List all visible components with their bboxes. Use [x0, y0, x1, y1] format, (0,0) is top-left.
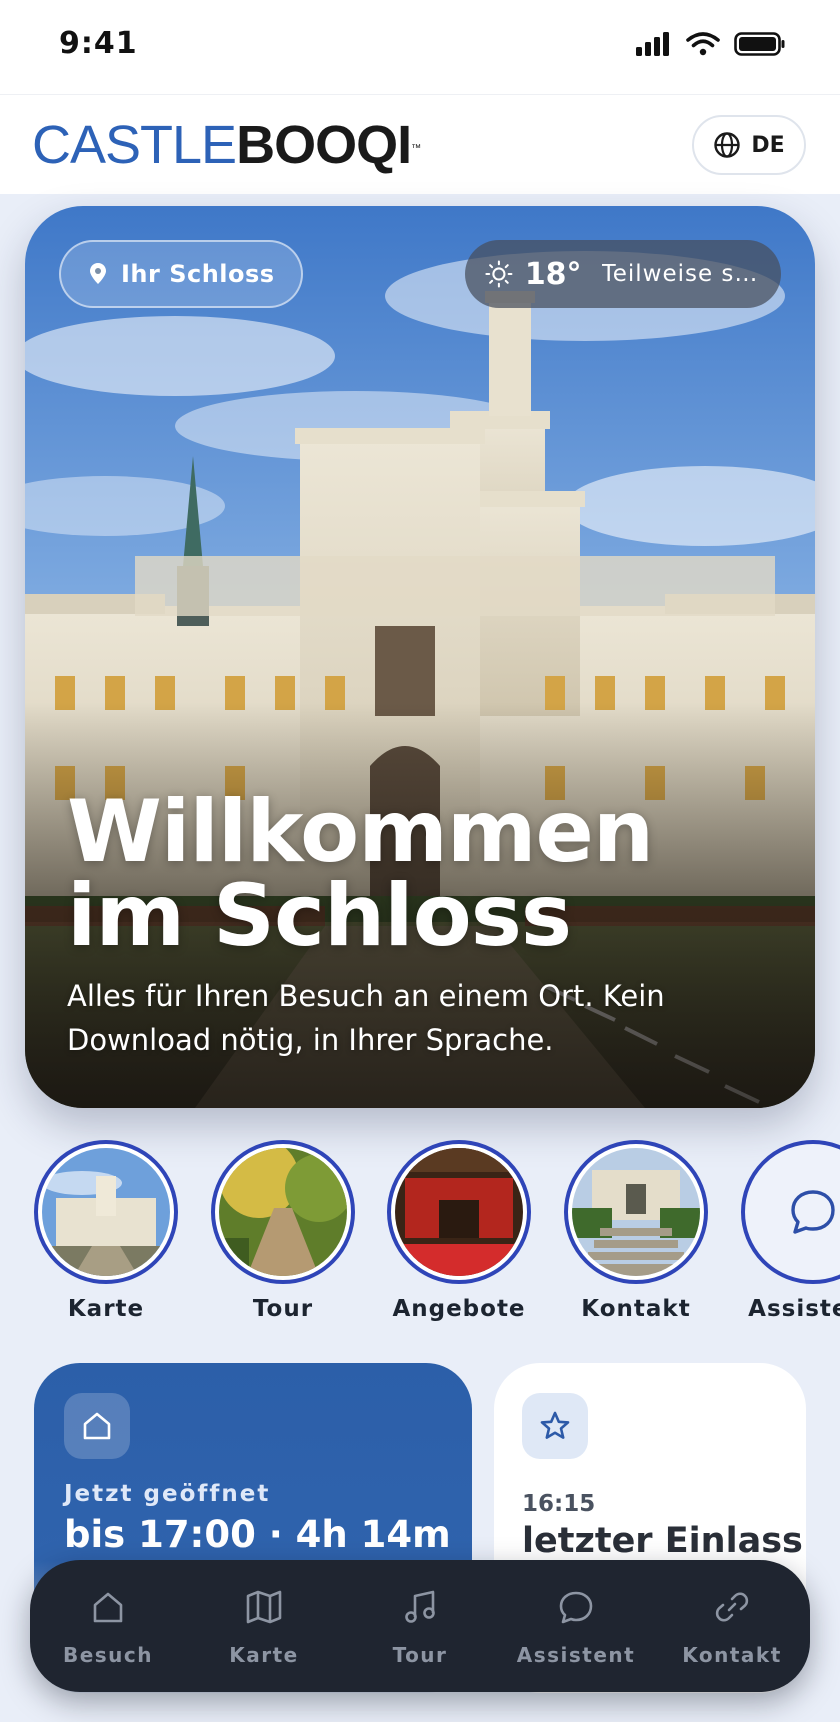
- status-time: 9:41: [59, 26, 138, 61]
- opening-status-label: Jetzt geöffnet: [64, 1481, 271, 1507]
- home-icon: [83, 1412, 111, 1440]
- tab-kontakt[interactable]: Kontakt: [657, 1585, 807, 1667]
- tab-label: Kontakt: [682, 1643, 782, 1667]
- logo-trademark: ™: [411, 143, 421, 154]
- hero-title: Willkommen im Schloss: [67, 782, 767, 966]
- story-ring: [211, 1140, 355, 1284]
- map-pin-icon: [90, 263, 106, 284]
- last-entry-time: 16:15: [522, 1491, 596, 1517]
- tab-label: Assistent: [516, 1643, 636, 1667]
- weather-pill[interactable]: 18° Teilweise so…: [465, 240, 781, 308]
- story-label: Karte: [67, 1296, 145, 1322]
- battery-icon: [734, 32, 785, 56]
- location-label: Ihr Schloss: [121, 260, 275, 288]
- tab-besuch[interactable]: Besuch: [33, 1585, 183, 1667]
- tab-tour[interactable]: Tour: [345, 1585, 495, 1667]
- story-label: Assistent: [748, 1296, 840, 1322]
- language-label: DE: [751, 132, 785, 158]
- weather-condition: Teilweise so…: [601, 261, 761, 287]
- quick-links-row: Karte Tour Angebote Kontakt Assist: [0, 1140, 840, 1330]
- tab-karte[interactable]: Karte: [189, 1585, 339, 1667]
- chat-icon: [559, 1591, 593, 1624]
- star-icon: [540, 1411, 570, 1439]
- link-icon: [715, 1592, 749, 1622]
- hero-subtitle: Alles für Ihren Besuch an einem Ort. Kei…: [67, 979, 665, 1057]
- story-ring: [34, 1140, 178, 1284]
- tab-assistent[interactable]: Assistent: [501, 1585, 651, 1667]
- card-icon-box: [64, 1393, 130, 1459]
- story-angebote[interactable]: Angebote: [384, 1140, 534, 1322]
- hall-interior-thumbnail: [395, 1148, 523, 1276]
- language-button[interactable]: DE: [692, 115, 806, 175]
- hero-card: Ihr Schloss 18° Teilweise so… Willkommen…: [25, 206, 815, 1108]
- story-label: Tour: [252, 1296, 314, 1322]
- castlebooqi-logo[interactable]: CASTLE BOOQI ™: [32, 115, 421, 175]
- map-icon: [246, 1590, 282, 1624]
- bottom-tab-bar: Besuch Karte Tour Assistent Kontakt: [30, 1560, 810, 1692]
- sun-icon: [485, 260, 513, 288]
- story-ring: [564, 1140, 708, 1284]
- status-icons: [636, 32, 786, 56]
- last-entry-label: letzter Einlass: [522, 1521, 803, 1561]
- card-icon-box: [522, 1393, 588, 1459]
- location-pill[interactable]: Ihr Schloss: [59, 240, 303, 308]
- opening-hours-value: bis 17:00 · 4h 14m: [64, 1513, 451, 1556]
- garden-path-thumbnail: [219, 1148, 347, 1276]
- castle-thumbnail: [42, 1148, 170, 1276]
- story-ring: [387, 1140, 531, 1284]
- globe-icon: [714, 132, 741, 158]
- hero-gradient-overlay: [25, 206, 815, 1108]
- story-ring: [741, 1140, 840, 1284]
- story-kontakt[interactable]: Kontakt: [561, 1140, 711, 1322]
- app-header: CASTLE BOOQI ™ DE: [0, 94, 840, 194]
- music-icon: [405, 1590, 435, 1623]
- status-bar: 9:41: [0, 0, 840, 94]
- hero-title-line1: Willkommen: [67, 782, 654, 882]
- tab-label: Besuch: [62, 1643, 154, 1667]
- hero-title-line2: im Schloss: [67, 866, 572, 966]
- home-icon: [93, 1592, 123, 1623]
- story-assistent[interactable]: Assistent: [738, 1140, 840, 1322]
- logo-text-booqi: BOOQI: [236, 115, 412, 175]
- story-label: Kontakt: [581, 1296, 691, 1322]
- tab-label: Tour: [392, 1643, 448, 1667]
- chat-thumbnail: [749, 1148, 840, 1276]
- story-label: Angebote: [392, 1296, 526, 1322]
- story-karte[interactable]: Karte: [31, 1140, 181, 1322]
- logo-text-castle: CASTLE: [32, 115, 237, 175]
- weather-temperature: 18°: [524, 256, 582, 292]
- courtyard-thumbnail: [572, 1148, 700, 1276]
- chat-icon: [791, 1190, 835, 1234]
- tab-label: Karte: [229, 1643, 299, 1667]
- signal-icon: [636, 32, 669, 56]
- story-tour[interactable]: Tour: [208, 1140, 358, 1322]
- wifi-icon: [686, 32, 720, 56]
